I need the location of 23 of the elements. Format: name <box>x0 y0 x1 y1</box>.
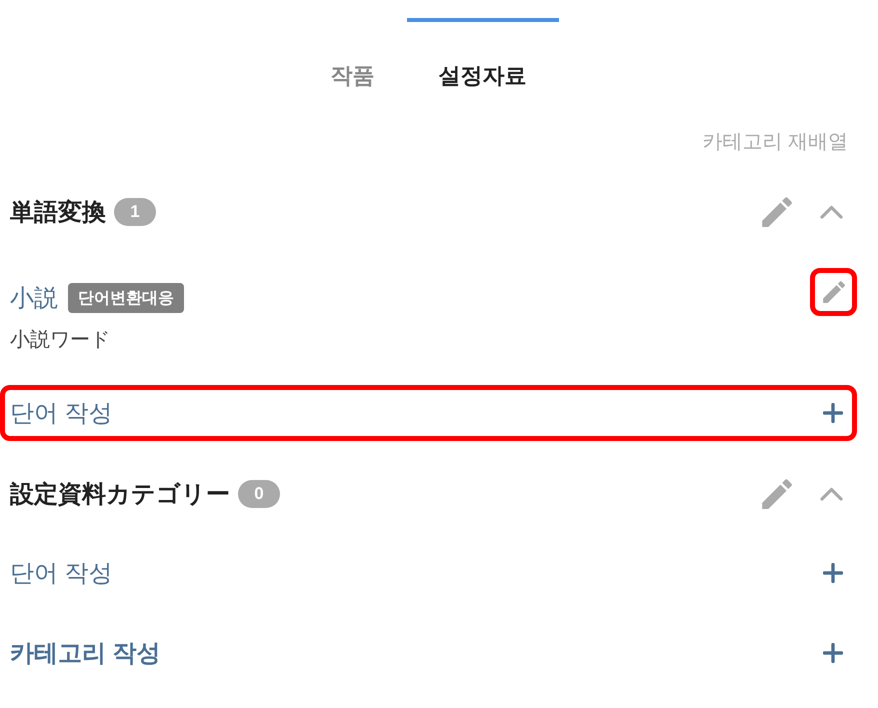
add-category-button[interactable]: 카테고리 작성 <box>0 625 857 681</box>
item-name[interactable]: 小説 <box>10 282 58 314</box>
tab[interactable]: 설정자료 <box>406 18 558 100</box>
edit-button[interactable] <box>762 479 792 509</box>
pencil-icon <box>822 281 844 303</box>
tag-badge: 단어변환대응 <box>68 283 184 313</box>
section-title: 単語変換 <box>10 198 106 228</box>
edit-button[interactable] <box>810 268 857 316</box>
plus-icon <box>823 643 843 663</box>
tab[interactable]: 작품 <box>298 18 406 100</box>
chevron-up-icon[interactable] <box>820 205 843 219</box>
plus-icon <box>823 403 843 423</box>
plus-icon <box>823 563 843 583</box>
pencil-icon <box>762 197 792 227</box>
count-badge: 1 <box>114 198 156 226</box>
item-subtitle: 小説ワード <box>10 328 111 353</box>
chevron-up-icon[interactable] <box>820 487 843 501</box>
add-word-button[interactable]: 단어 작성 <box>0 385 857 441</box>
pencil-icon <box>762 479 792 509</box>
count-badge: 0 <box>238 480 280 508</box>
add-word-button[interactable]: 단어 작성 <box>0 545 857 601</box>
section-title: 設定資料カテゴリー <box>10 480 230 510</box>
edit-button[interactable] <box>762 197 792 227</box>
